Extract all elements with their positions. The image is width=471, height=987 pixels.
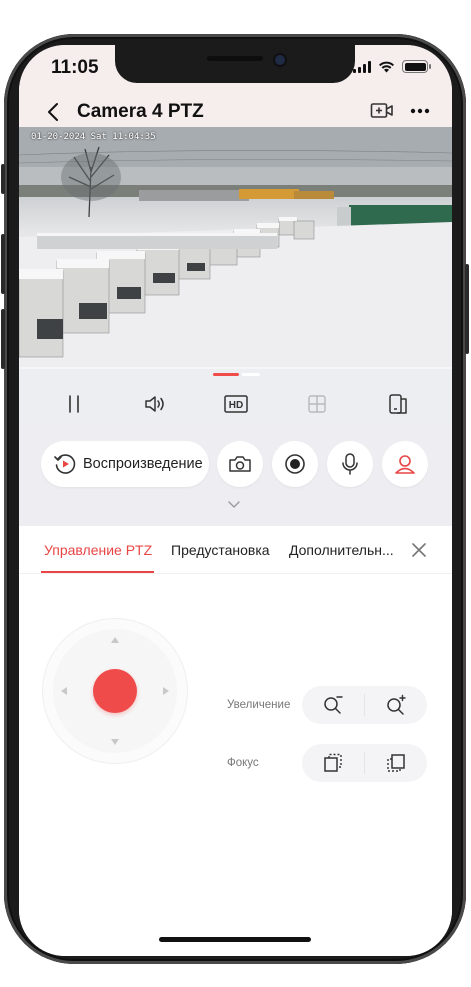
close-panel-button[interactable] bbox=[409, 540, 429, 560]
playback-label: Воспроизведение bbox=[83, 456, 203, 472]
wifi-icon bbox=[379, 61, 394, 72]
zoom-in-icon bbox=[387, 694, 406, 715]
app-screen: 11:05 Camera 4 PTZ 01-20-2024 Sat 11:04:… bbox=[19, 45, 452, 956]
split-screen-button[interactable] bbox=[378, 386, 418, 422]
tab-ptz-control[interactable]: Управление PTZ bbox=[44, 542, 152, 558]
volume-down-button bbox=[1, 309, 5, 369]
focus-near-icon bbox=[324, 753, 342, 772]
page-indicator bbox=[19, 369, 452, 381]
split-screen-icon bbox=[388, 393, 407, 414]
battery-icon bbox=[402, 60, 431, 73]
zoom-control bbox=[302, 686, 427, 724]
person-icon bbox=[395, 455, 415, 474]
front-camera bbox=[275, 55, 285, 65]
talk-button[interactable] bbox=[327, 441, 373, 487]
zoom-out-button[interactable] bbox=[302, 686, 364, 724]
add-camera-icon[interactable] bbox=[370, 101, 394, 121]
zoom-in-button[interactable] bbox=[365, 686, 427, 724]
focus-far-icon bbox=[387, 754, 405, 772]
tab-active-underline bbox=[41, 571, 154, 573]
notch bbox=[115, 45, 355, 83]
video-osd-timestamp: 01-20-2024 Sat 11:04:35 bbox=[31, 132, 156, 142]
controls-row: Воспроизведение bbox=[19, 426, 452, 526]
tab-additional[interactable]: Дополнительн... bbox=[289, 542, 394, 558]
mute-switch bbox=[1, 164, 5, 194]
page-indicator-active bbox=[213, 373, 239, 376]
status-icons bbox=[353, 60, 431, 73]
tab-presets[interactable]: Предустановка bbox=[171, 542, 270, 558]
volume-icon bbox=[144, 395, 164, 412]
hd-quality-button[interactable]: HD bbox=[216, 386, 256, 422]
nav-bar: Camera 4 PTZ bbox=[19, 95, 452, 130]
pause-button[interactable] bbox=[54, 386, 94, 422]
back-button[interactable] bbox=[41, 99, 65, 125]
microphone-icon bbox=[342, 453, 358, 475]
playback-icon bbox=[54, 454, 76, 474]
status-time: 11:05 bbox=[51, 57, 99, 78]
power-button bbox=[465, 264, 469, 354]
ptz-joystick-knob[interactable] bbox=[93, 669, 137, 713]
zoom-out-icon bbox=[324, 696, 343, 714]
close-icon bbox=[412, 543, 426, 557]
page-title: Camera 4 PTZ bbox=[77, 101, 204, 122]
ptz-joystick[interactable] bbox=[43, 619, 187, 763]
page-indicator-idle bbox=[242, 373, 260, 376]
cellular-signal-icon bbox=[353, 60, 371, 73]
snapshot-button[interactable] bbox=[217, 441, 263, 487]
focus-near-button[interactable] bbox=[302, 744, 364, 782]
camera-scene-image bbox=[19, 127, 452, 367]
svg-text:HD: HD bbox=[228, 400, 242, 411]
nav-actions bbox=[370, 101, 430, 121]
record-icon bbox=[285, 454, 305, 474]
grid-icon bbox=[307, 394, 326, 413]
back-chevron-icon bbox=[48, 103, 58, 121]
more-options-icon[interactable] bbox=[410, 108, 430, 114]
home-indicator[interactable] bbox=[159, 937, 311, 942]
focus-far-button[interactable] bbox=[365, 744, 427, 782]
video-feed[interactable]: 01-20-2024 Sat 11:04:35 bbox=[19, 127, 452, 367]
playback-button[interactable]: Воспроизведение bbox=[41, 441, 209, 487]
user-button[interactable] bbox=[382, 441, 428, 487]
volume-button[interactable] bbox=[135, 386, 175, 422]
chevron-down-icon bbox=[228, 501, 240, 508]
camera-icon bbox=[229, 456, 251, 472]
record-button[interactable] bbox=[272, 441, 318, 487]
volume-up-button bbox=[1, 234, 5, 294]
arrow-down-icon[interactable] bbox=[111, 739, 119, 745]
pause-icon bbox=[68, 394, 79, 413]
arrow-right-icon[interactable] bbox=[163, 687, 169, 695]
arrow-up-icon[interactable] bbox=[111, 637, 119, 643]
hd-icon: HD bbox=[223, 394, 248, 413]
focus-control bbox=[302, 744, 427, 782]
arrow-left-icon[interactable] bbox=[61, 687, 67, 695]
focus-label: Фокус bbox=[227, 757, 259, 769]
player-toolbar: HD bbox=[19, 381, 452, 426]
grid-layout-button[interactable] bbox=[297, 386, 337, 422]
zoom-label: Увеличение bbox=[227, 699, 291, 711]
expand-chevron-button[interactable] bbox=[226, 498, 242, 512]
earpiece-speaker bbox=[207, 56, 263, 61]
ptz-panel: Увеличение Фокус bbox=[19, 574, 452, 956]
tabs-bar: Управление PTZ Предустановка Дополнитель… bbox=[19, 526, 452, 574]
